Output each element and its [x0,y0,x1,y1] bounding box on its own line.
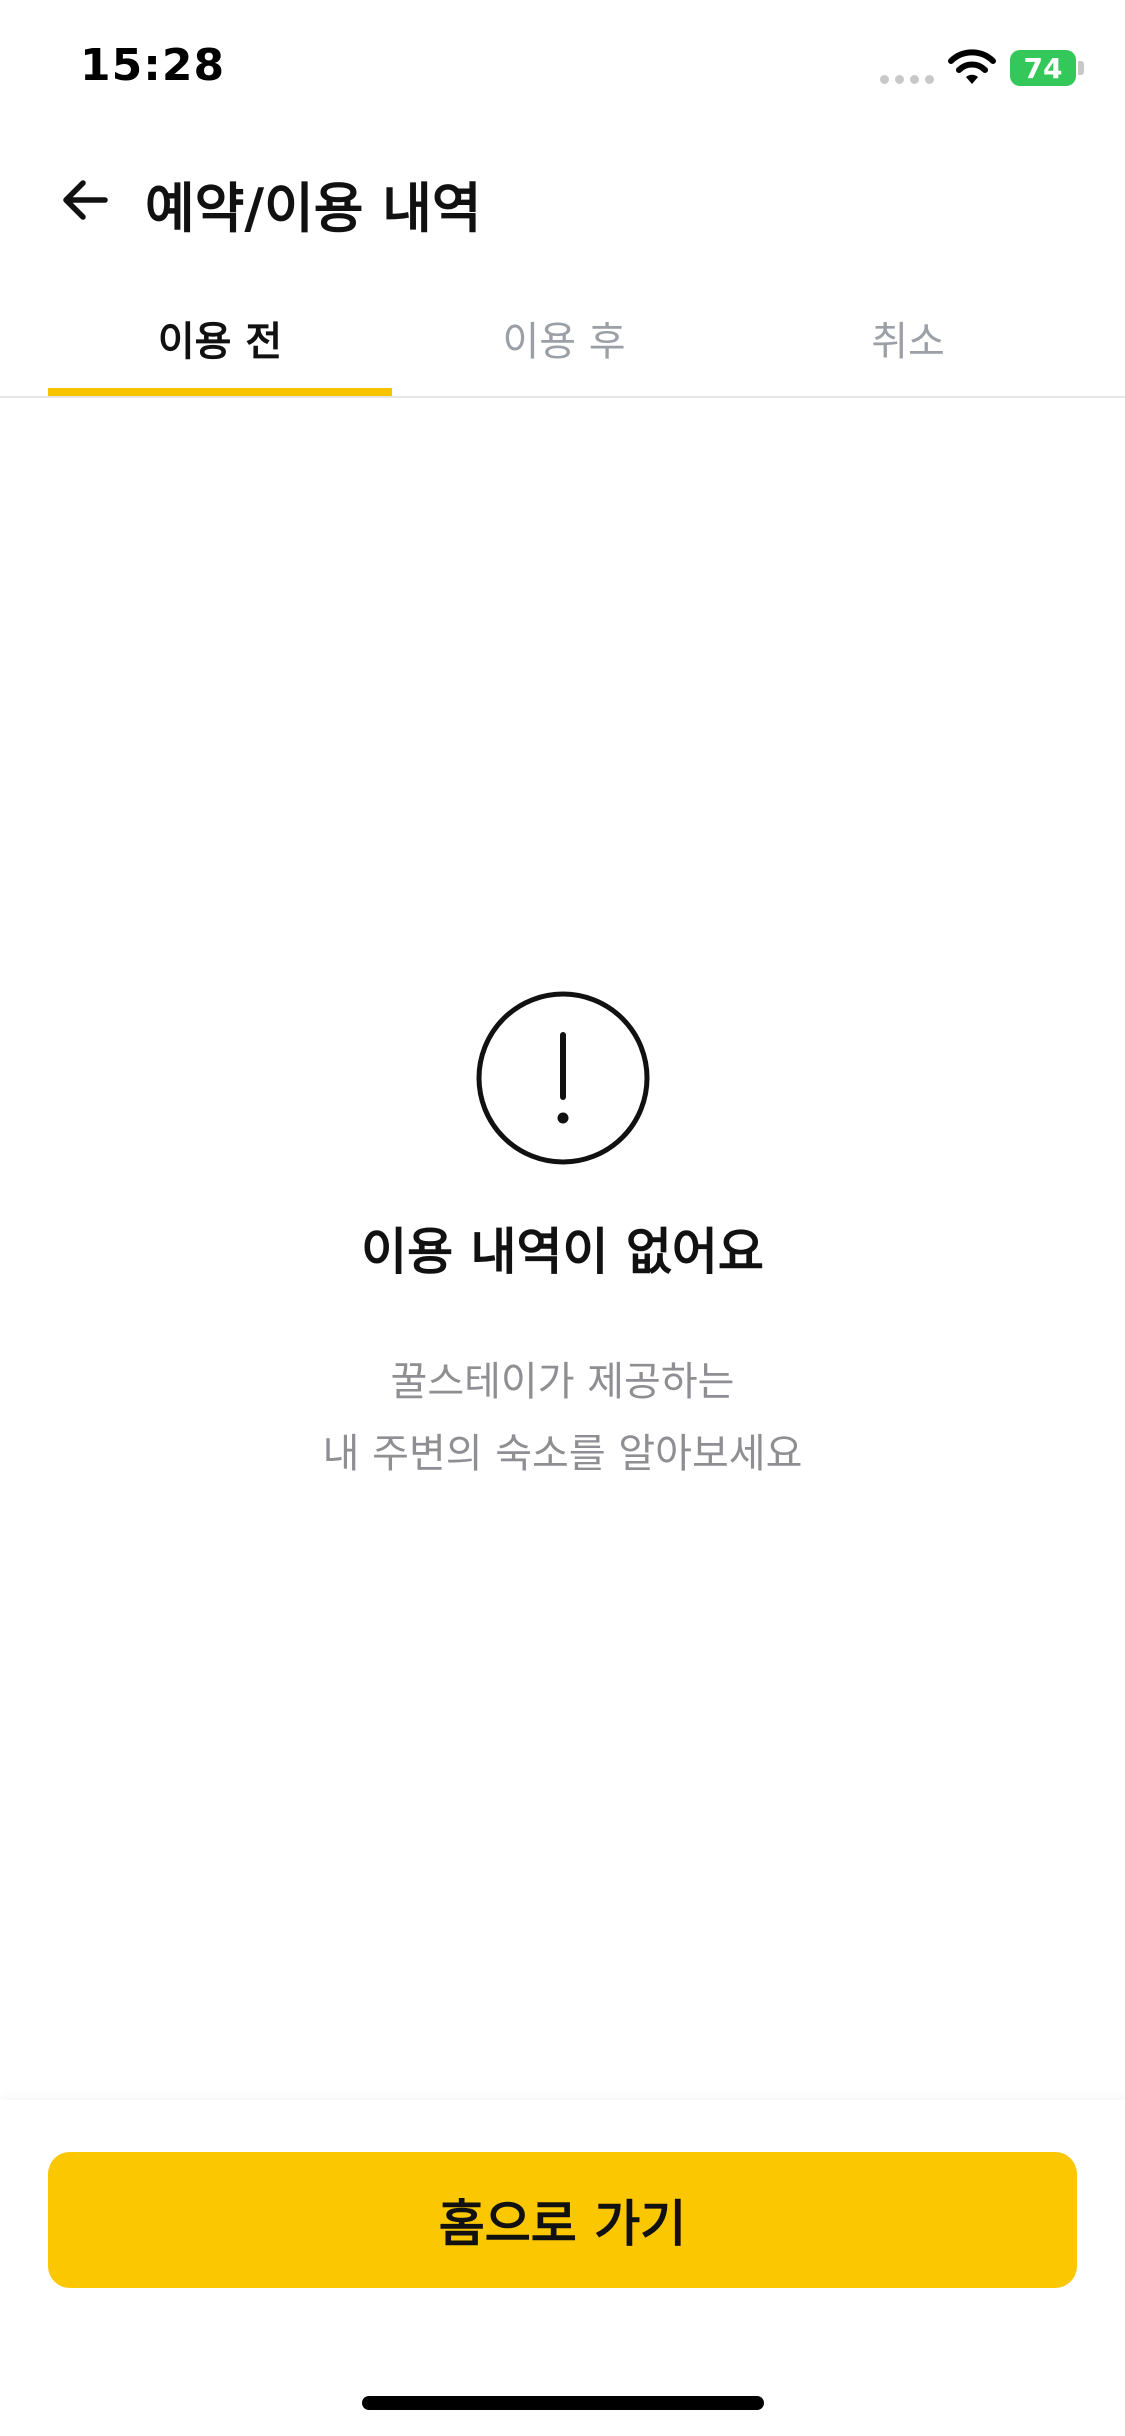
empty-state-desc-line-1: 꿀스테이가 제공하는 [390,1359,735,1405]
reservation-history-screen: 15:28 74 예약/이용 내역 이용 전 이용 후 취소 이용 내역이 없어… [0,0,1125,2436]
tab-before-use[interactable]: 이용 전 [48,280,392,396]
wifi-icon [948,49,996,84]
battery-cap [1078,61,1084,75]
header: 예약/이용 내역 [0,140,1125,260]
cellular-signal-icon [880,75,934,84]
tab-cancelled[interactable]: 취소 [736,280,1080,396]
arrow-left-icon [63,180,108,220]
battery-level: 74 [1023,51,1063,85]
active-tab-indicator [48,388,392,396]
empty-state-description: 꿀스테이가 제공하는 내 주변의 숙소를 알아보세요 [0,1346,1125,1490]
empty-state-desc-line-2: 내 주변의 숙소를 알아보세요 [322,1431,803,1477]
status-time: 15:28 [80,40,226,91]
exclamation-circle-icon [476,991,649,1165]
back-button[interactable] [50,165,120,235]
go-home-button[interactable]: 홈으로 가기 [48,2152,1077,2288]
bottom-action-area: 홈으로 가기 [0,2100,1125,2436]
tab-after-use[interactable]: 이용 후 [392,280,736,396]
empty-state: 이용 내역이 없어요 꿀스테이가 제공하는 내 주변의 숙소를 알아보세요 [0,990,1125,1490]
status-bar: 15:28 74 [0,0,1125,130]
tab-bar: 이용 전 이용 후 취소 [0,280,1125,398]
empty-state-title: 이용 내역이 없어요 [361,1223,764,1281]
home-indicator [362,2396,764,2410]
battery-icon: 74 [1010,50,1076,86]
page-title: 예약/이용 내역 [145,177,482,240]
